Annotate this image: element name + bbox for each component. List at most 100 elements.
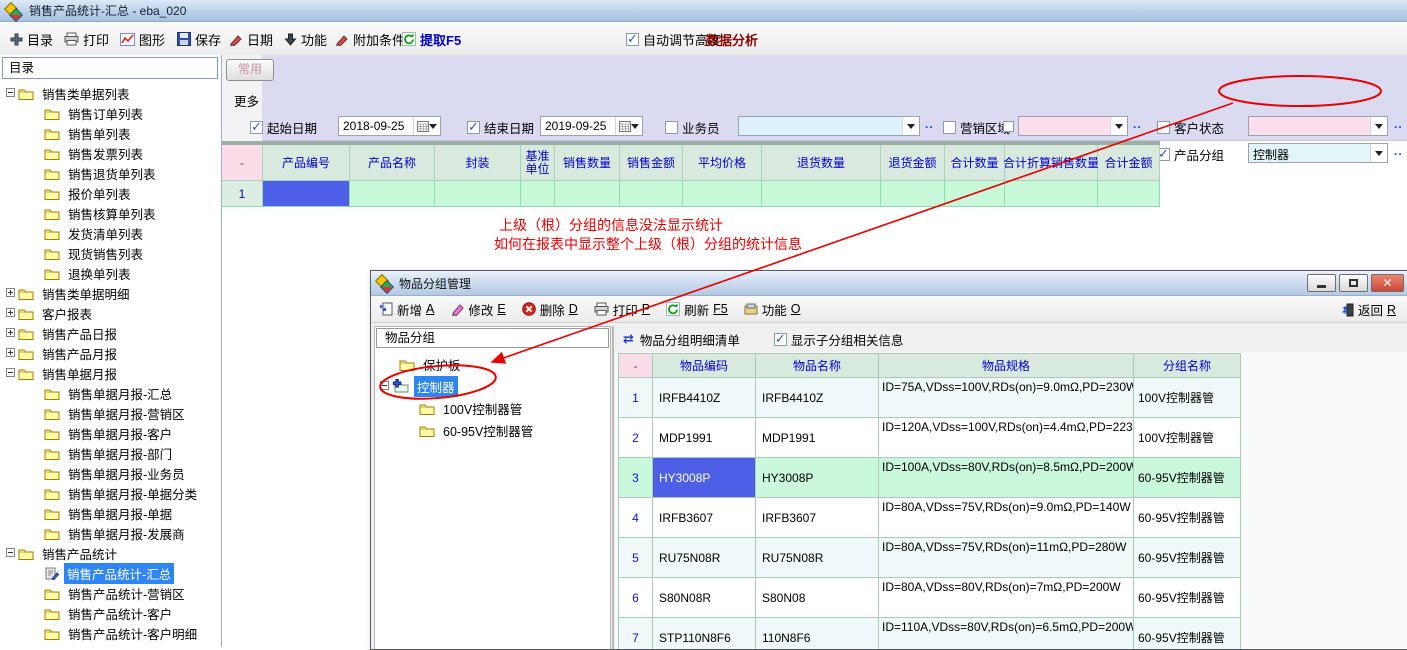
- detail-cell-name[interactable]: RU75N08R: [756, 538, 879, 578]
- maximize-button[interactable]: [1339, 274, 1368, 292]
- detail-cell-name[interactable]: MDP1991: [756, 418, 879, 458]
- column-header[interactable]: 合计折算销售数量: [1005, 145, 1098, 181]
- detail-cell-code[interactable]: STP110N8F6: [653, 618, 756, 650]
- detail-cell-code[interactable]: S80N08R: [653, 578, 756, 618]
- column-header[interactable]: 销售数量: [555, 145, 620, 181]
- toolbar-item-4[interactable]: 保存: [177, 29, 221, 49]
- auto-height-checkbox[interactable]: [626, 33, 639, 46]
- data-cell[interactable]: [1098, 181, 1160, 207]
- sidebar-item[interactable]: 销售产品月报: [0, 343, 222, 363]
- column-header[interactable]: 基准单位: [521, 145, 555, 181]
- sidebar-item[interactable]: 退换单列表: [0, 263, 222, 283]
- filter-10-input[interactable]: 控制器: [1248, 143, 1388, 163]
- detail-cell-name[interactable]: IRFB3607: [756, 498, 879, 538]
- sidebar-item[interactable]: 销售核算单列表: [0, 203, 222, 223]
- filter-5-input[interactable]: [1248, 116, 1388, 136]
- sidebar-item[interactable]: 销售产品统计-营销区: [0, 583, 222, 603]
- detail-cell-group[interactable]: 60-95V控制器管: [1134, 578, 1241, 618]
- common-filters-button[interactable]: 常用: [226, 59, 274, 81]
- filter-3-more-button[interactable]: ..: [925, 117, 934, 131]
- data-cell[interactable]: [555, 181, 620, 207]
- detail-cell-spec[interactable]: ID=110A,VDss=80V,RDs(on)=6.5mΩ,PD=200W: [879, 618, 1134, 650]
- data-cell[interactable]: [762, 181, 881, 207]
- detail-row-number[interactable]: 5: [618, 538, 653, 578]
- dropdown-arrow-icon[interactable]: [902, 117, 919, 135]
- expand-icon[interactable]: [6, 306, 15, 320]
- detail-cell-code[interactable]: RU75N08R: [653, 538, 756, 578]
- collapse-icon[interactable]: [6, 86, 15, 100]
- toolbar-item-7[interactable]: 附加条件: [335, 29, 405, 49]
- detail-cell-spec[interactable]: ID=80A,VDss=75V,RDs(on)=9.0mΩ,PD=140W: [879, 498, 1134, 538]
- toolbar-item-3[interactable]: 图形: [120, 29, 165, 49]
- sidebar-item[interactable]: 销售单据月报-部门: [0, 443, 222, 463]
- sidebar-item[interactable]: 销售产品日报: [0, 323, 222, 343]
- data-cell[interactable]: [881, 181, 945, 207]
- row-number-cell[interactable]: 1: [222, 181, 263, 207]
- data-cell[interactable]: [1005, 181, 1098, 207]
- column-header[interactable]: 产品编号: [263, 145, 350, 181]
- detail-row-number[interactable]: 2: [618, 418, 653, 458]
- detail-cell-name[interactable]: S80N08: [756, 578, 879, 618]
- filter-5-more-button[interactable]: ..: [1394, 117, 1403, 131]
- sidebar-item[interactable]: 销售单据月报-汇总: [0, 383, 222, 403]
- detail-column-header[interactable]: -: [618, 353, 653, 378]
- detail-cell-group[interactable]: 60-95V控制器管: [1134, 538, 1241, 578]
- close-button[interactable]: ✕: [1371, 274, 1404, 292]
- detail-column-header[interactable]: 物品编码: [653, 353, 756, 378]
- sidebar-item[interactable]: 客户报表: [0, 303, 222, 323]
- detail-cell-code[interactable]: MDP1991: [653, 418, 756, 458]
- expand-icon[interactable]: [6, 326, 15, 340]
- minimize-button[interactable]: [1307, 274, 1336, 292]
- toolbar-item-6[interactable]: 功能: [284, 29, 327, 49]
- detail-cell-spec[interactable]: ID=80A,VDss=80V,RDs(on)=7mΩ,PD=200W: [879, 578, 1134, 618]
- column-header[interactable]: 平均价格: [683, 145, 762, 181]
- data-cell[interactable]: [683, 181, 762, 207]
- detail-cell-group[interactable]: 60-95V控制器管: [1134, 458, 1241, 498]
- filter-4-input[interactable]: [1018, 116, 1128, 136]
- sidebar-item[interactable]: 报价单列表: [0, 183, 222, 203]
- more-filters-label[interactable]: 更多: [234, 91, 259, 110]
- data-cell[interactable]: [350, 181, 435, 207]
- sidebar-item[interactable]: 销售产品统计-流水帐: [0, 643, 222, 647]
- detail-cell-group[interactable]: 60-95V控制器管: [1134, 498, 1241, 538]
- sidebar-item[interactable]: 销售单据月报-客户: [0, 423, 222, 443]
- detail-cell-group[interactable]: 100V控制器管: [1134, 378, 1241, 418]
- column-header[interactable]: 退货数量: [762, 145, 881, 181]
- data-cell[interactable]: [521, 181, 555, 207]
- detail-column-header[interactable]: 物品规格: [879, 353, 1134, 378]
- sidebar-item[interactable]: 销售类单据明细: [0, 283, 222, 303]
- calendar-dropdown-icon[interactable]: [615, 117, 642, 135]
- item-group-node[interactable]: 100V控制器管: [375, 397, 610, 419]
- filter-1-input[interactable]: 2018-09-25: [338, 116, 441, 136]
- item-group-node[interactable]: 60-95V控制器管: [375, 419, 610, 441]
- sidebar-item[interactable]: 销售产品统计-汇总: [0, 563, 222, 583]
- column-header[interactable]: 产品名称: [350, 145, 435, 181]
- collapse-icon[interactable]: [380, 379, 389, 393]
- column-header[interactable]: 合计金额: [1098, 145, 1160, 181]
- expand-icon[interactable]: [6, 286, 15, 300]
- sidebar-item[interactable]: 销售单据月报-单据: [0, 503, 222, 523]
- filter-2-checkbox[interactable]: [467, 121, 480, 134]
- data-cell[interactable]: [263, 181, 350, 207]
- sidebar-item[interactable]: 销售单据月报: [0, 363, 222, 383]
- sidebar-item[interactable]: 现货销售列表: [0, 243, 222, 263]
- filter-4-extra-checkbox[interactable]: [1003, 121, 1014, 132]
- detail-cell-spec[interactable]: ID=80A,VDss=75V,RDs(on)=11mΩ,PD=280W: [879, 538, 1134, 578]
- detail-cell-spec[interactable]: ID=75A,VDss=100V,RDs(on)=9.0mΩ,PD=230W: [879, 378, 1134, 418]
- sidebar-item[interactable]: 销售单据月报-单据分类: [0, 483, 222, 503]
- collapse-icon[interactable]: [6, 366, 15, 380]
- detail-cell-name[interactable]: IRFB4410Z: [756, 378, 879, 418]
- detail-row-number[interactable]: 7: [618, 618, 653, 650]
- column-header[interactable]: 封装: [435, 145, 521, 181]
- detail-cell-code[interactable]: HY3008P: [653, 458, 756, 498]
- dropdown-arrow-icon[interactable]: [1370, 144, 1387, 162]
- toolbar-item-8[interactable]: 提取F5: [402, 29, 461, 49]
- sidebar-item[interactable]: 销售单列表: [0, 123, 222, 143]
- detail-column-header[interactable]: 物品名称: [756, 353, 879, 378]
- detail-row-number[interactable]: 3: [618, 458, 653, 498]
- column-header[interactable]: 退货金额: [881, 145, 945, 181]
- filter-5-checkbox[interactable]: [1157, 121, 1170, 134]
- data-cell[interactable]: [620, 181, 683, 207]
- detail-cell-code[interactable]: IRFB4410Z: [653, 378, 756, 418]
- filter-1-checkbox[interactable]: [250, 121, 263, 134]
